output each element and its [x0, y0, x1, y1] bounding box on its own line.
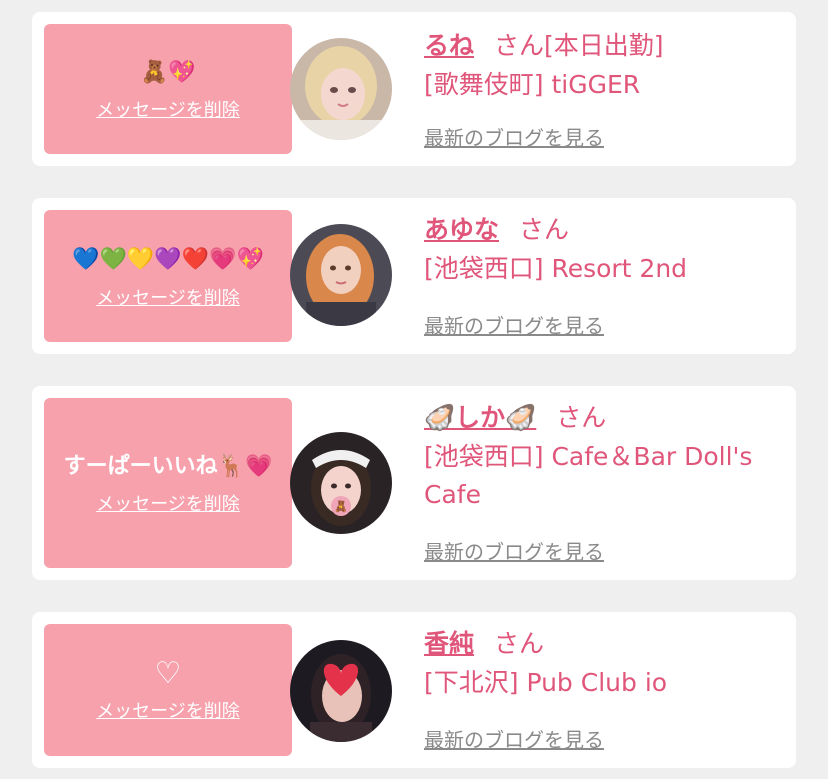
message-card: 💙💚💛💜❤️💗💖 メッセージを削除 あゆな さん [池袋西口] Resort 2n…: [32, 198, 796, 354]
honorific-text: さん: [556, 403, 607, 432]
message-list: 🧸💖 メッセージを削除 るね さん[本日出勤] [歌舞伎町] tiGGER 最新の…: [0, 0, 828, 779]
honorific-text: さん: [519, 215, 570, 244]
blog-link[interactable]: 最新のブログを見る: [424, 536, 604, 565]
message-text: ♡: [154, 656, 182, 691]
message-bubble: 🧸💖 メッセージを削除: [44, 24, 304, 154]
blog-link[interactable]: 最新のブログを見る: [424, 122, 604, 151]
avatar-image: [290, 38, 392, 140]
message-text: すーぱーいいね🦌💗: [63, 454, 273, 479]
svg-text:🧸: 🧸: [334, 500, 348, 513]
message-bubble: ♡ メッセージを削除: [44, 624, 304, 756]
delete-message-button[interactable]: メッセージを削除: [96, 490, 240, 516]
delete-message-button[interactable]: メッセージを削除: [96, 697, 240, 723]
user-name-link[interactable]: 香純: [424, 629, 474, 658]
avatar-image: [290, 224, 392, 326]
avatar[interactable]: [290, 224, 392, 326]
message-bubble: すーぱーいいね🦌💗 メッセージを削除: [44, 398, 304, 568]
user-name-link[interactable]: 🦪しか🦪: [424, 403, 536, 432]
avatar-image: 🧸: [290, 432, 392, 534]
shop-text: [歌舞伎町] tiGGER: [424, 70, 641, 99]
user-name-link[interactable]: るね: [424, 31, 474, 60]
honorific-text: さん[本日出勤]: [494, 31, 664, 60]
message-text: 🧸💖: [140, 60, 196, 85]
shop-text: [下北沢] Pub Club io: [424, 668, 668, 697]
message-card: ♡ メッセージを削除 香純 さん [下北沢] Pub Club io 最新のブログ…: [32, 612, 796, 768]
delete-message-button[interactable]: メッセージを削除: [96, 284, 240, 310]
message-card: 🧸💖 メッセージを削除 るね さん[本日出勤] [歌舞伎町] tiGGER 最新の…: [32, 12, 796, 166]
message-text: 💙💚💛💜❤️💗💖: [72, 247, 264, 272]
message-bubble: 💙💚💛💜❤️💗💖 メッセージを削除: [44, 210, 304, 342]
avatar[interactable]: 🧸: [290, 432, 392, 534]
blog-link[interactable]: 最新のブログを見る: [424, 724, 604, 753]
blog-link[interactable]: 最新のブログを見る: [424, 310, 604, 339]
avatar-image: [290, 640, 392, 742]
shop-text: [池袋西口] Cafe＆Bar Doll's Cafe: [424, 442, 753, 509]
message-card: すーぱーいいね🦌💗 メッセージを削除 🧸 🦪しか🦪 さん [池袋西口] Cafe＆…: [32, 386, 796, 580]
delete-message-button[interactable]: メッセージを削除: [96, 96, 240, 122]
avatar[interactable]: [290, 38, 392, 140]
shop-text: [池袋西口] Resort 2nd: [424, 254, 688, 283]
user-name-link[interactable]: あゆな: [424, 215, 499, 244]
honorific-text: さん: [494, 629, 545, 658]
avatar[interactable]: [290, 640, 392, 742]
